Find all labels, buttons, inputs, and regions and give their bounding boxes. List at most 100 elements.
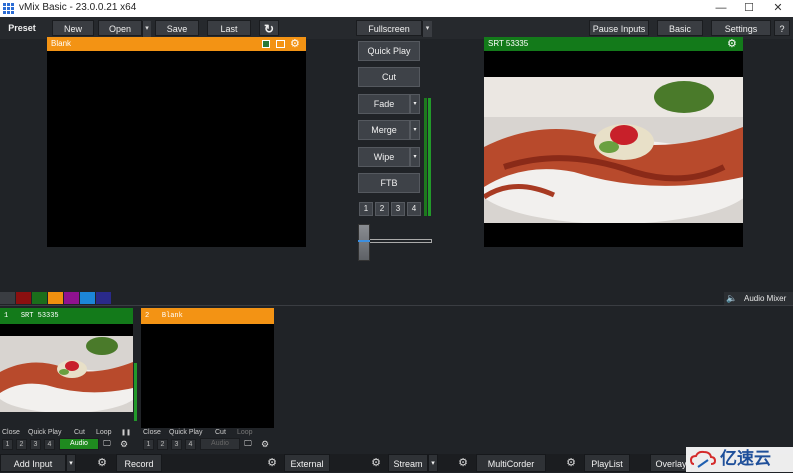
open-button[interactable]: Open — [98, 20, 142, 36]
stream-button[interactable]: Stream — [388, 454, 428, 472]
colour-swatch-navy[interactable] — [96, 292, 111, 304]
input-1-overlay-4[interactable]: 4 — [44, 439, 55, 450]
stream-dropdown-icon[interactable]: ▾ — [428, 454, 438, 472]
cloud-logo-icon — [690, 450, 716, 468]
input-2-overlay-3[interactable]: 3 — [171, 439, 182, 450]
tbar-track[interactable] — [360, 239, 432, 243]
merge-dropdown-icon[interactable]: ▾ — [410, 120, 420, 140]
audio-mixer-button[interactable]: 🔈 Audio Mixer — [724, 292, 793, 305]
transition-3-button[interactable]: 3 — [391, 202, 405, 216]
fullscreen-dropdown-icon[interactable]: ▾ — [422, 21, 432, 37]
gear-icon[interactable]: ⚙ — [561, 454, 581, 472]
colour-key-icon[interactable] — [262, 40, 270, 48]
input-1-close-button[interactable]: Close — [2, 428, 20, 438]
window-title: vMix Basic - 23.0.0.21 x64 — [19, 2, 137, 13]
master-audio-meter-right — [428, 98, 431, 216]
input-1-thumbnail — [0, 336, 133, 412]
input-1-overlay-2[interactable]: 2 — [16, 439, 27, 450]
minimize-button[interactable]: — — [707, 0, 735, 17]
input-1-loop-button[interactable]: Loop — [96, 428, 112, 438]
new-button[interactable]: New — [52, 20, 94, 36]
tbar-indicator — [358, 240, 370, 242]
gear-icon[interactable]: ⚙ — [120, 438, 130, 450]
input-2-close-button[interactable]: Close — [143, 428, 161, 438]
gear-icon[interactable]: ⚙ — [366, 454, 386, 472]
master-audio-meter-left — [424, 98, 427, 216]
input-1-cut-button[interactable]: Cut — [74, 428, 85, 438]
pause-inputs-button[interactable]: Pause Inputs — [589, 20, 649, 36]
gear-icon[interactable]: ⚙ — [290, 37, 302, 51]
input-1-header[interactable]: 1 SRT 53335 — [0, 308, 133, 324]
input-2-screen[interactable] — [141, 324, 274, 428]
input-2-overlay-4[interactable]: 4 — [185, 439, 196, 450]
colour-swatch-red[interactable] — [16, 292, 31, 304]
input-2-cut-button[interactable]: Cut — [215, 428, 226, 438]
save-button[interactable]: Save — [155, 20, 199, 36]
last-button[interactable]: Last — [207, 20, 251, 36]
input-1-overlay-3[interactable]: 3 — [30, 439, 41, 450]
input-2-audio-button[interactable]: Audio — [200, 438, 240, 450]
transition-4-button[interactable]: 4 — [407, 202, 421, 216]
basic-button[interactable]: Basic — [657, 20, 703, 36]
preview-panel: Blank ⚙ — [47, 37, 306, 247]
output-title: SRT 53335 — [488, 39, 529, 48]
wipe-dropdown-icon[interactable]: ▾ — [410, 147, 420, 167]
monitor-icon[interactable]: 🖵 — [244, 438, 255, 450]
colour-swatch-none[interactable] — [0, 292, 15, 304]
transition-2-button[interactable]: 2 — [375, 202, 389, 216]
input-2-header[interactable]: 2 Blank — [141, 308, 274, 324]
gear-icon[interactable]: ⚙ — [727, 37, 739, 51]
settings-button[interactable]: Settings — [711, 20, 771, 36]
input-2-quick-play-button[interactable]: Quick Play — [169, 428, 202, 438]
input-1-pause-icon[interactable]: ❚❚ — [121, 428, 131, 438]
gear-icon[interactable]: ⚙ — [92, 454, 112, 472]
input-1-panel[interactable]: 1 SRT 53335 Close Quick Play Cut Loop ❚❚… — [0, 308, 133, 454]
external-button[interactable]: External — [284, 454, 330, 472]
input-1-screen[interactable] — [0, 324, 133, 412]
input-2-loop-button[interactable]: Loop — [237, 428, 253, 438]
playlist-button[interactable]: PlayList — [584, 454, 630, 472]
merge-button[interactable]: Merge — [358, 120, 410, 140]
gear-icon[interactable]: ⚙ — [261, 438, 271, 450]
lobster-dish-image — [484, 77, 743, 223]
tbar-handle[interactable] — [358, 224, 370, 261]
snapshot-icon[interactable] — [276, 40, 285, 48]
wipe-button[interactable]: Wipe — [358, 147, 410, 167]
watermark: 亿速云 — [686, 447, 793, 472]
colour-swatch-purple[interactable] — [64, 292, 79, 304]
fade-dropdown-icon[interactable]: ▾ — [410, 94, 420, 114]
gear-icon[interactable]: ⚙ — [262, 454, 282, 472]
ftb-button[interactable]: FTB — [358, 173, 420, 193]
cut-button[interactable]: Cut — [358, 67, 420, 87]
open-dropdown-icon[interactable]: ▾ — [142, 21, 151, 37]
monitor-icon[interactable]: 🖵 — [103, 438, 114, 450]
audio-mixer-label: Audio Mixer — [744, 294, 787, 303]
input-1-audio-meter — [134, 363, 137, 421]
transition-1-button[interactable]: 1 — [359, 202, 373, 216]
colour-swatch-green[interactable] — [32, 292, 47, 304]
colour-swatch-blue[interactable] — [80, 292, 95, 304]
window-title-bar: vMix Basic - 23.0.0.21 x64 — ☐ ✕ — [0, 0, 793, 17]
input-1-audio-button[interactable]: Audio — [59, 438, 99, 450]
input-1-number: 1 — [4, 312, 9, 320]
quick-play-button[interactable]: Quick Play — [358, 41, 420, 61]
input-2-overlay-1[interactable]: 1 — [143, 439, 154, 450]
maximize-button[interactable]: ☐ — [735, 0, 763, 17]
watermark-text: 亿速云 — [720, 449, 771, 468]
close-window-button[interactable]: ✕ — [764, 0, 792, 17]
add-input-dropdown-icon[interactable]: ▾ — [66, 454, 76, 472]
add-input-button[interactable]: Add Input — [0, 454, 66, 472]
input-1-overlay-1[interactable]: 1 — [2, 439, 13, 450]
input-2-panel[interactable]: 2 Blank Close Quick Play Cut Loop 1 2 3 … — [141, 308, 274, 454]
refresh-icon[interactable]: ↻ — [259, 20, 279, 36]
multicorder-button[interactable]: MultiCorder — [476, 454, 546, 472]
fullscreen-button[interactable]: Fullscreen — [356, 20, 422, 36]
help-button[interactable]: ? — [774, 20, 790, 36]
input-1-quick-play-button[interactable]: Quick Play — [28, 428, 61, 438]
preset-button[interactable]: Preset — [2, 20, 42, 36]
input-2-overlay-2[interactable]: 2 — [157, 439, 168, 450]
gear-icon[interactable]: ⚙ — [453, 454, 473, 472]
colour-swatch-orange[interactable] — [48, 292, 63, 304]
fade-button[interactable]: Fade — [358, 94, 410, 114]
record-button[interactable]: Record — [116, 454, 162, 472]
